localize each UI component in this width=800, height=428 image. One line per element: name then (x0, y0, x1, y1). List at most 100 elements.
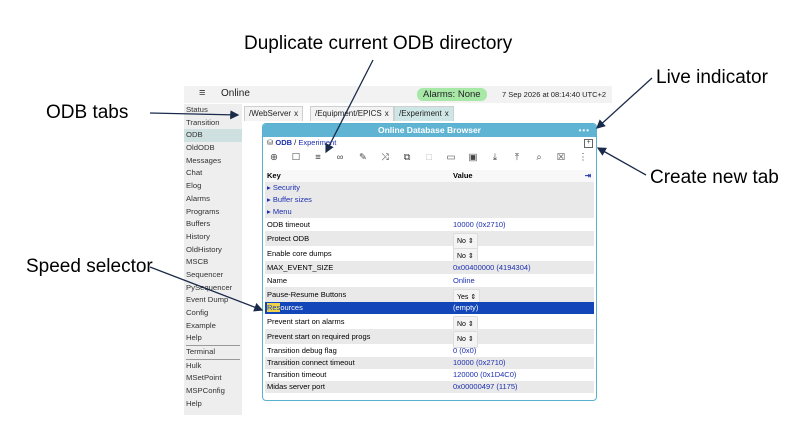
hamburger-menu-icon[interactable]: ≡ (199, 87, 205, 99)
breadcrumb: ⛁ ODB / Experiment + (263, 137, 596, 149)
table-row[interactable]: Pause-Resume Buttons Yes ⇕ (265, 287, 594, 302)
sidebar-item-msetpoint[interactable]: MSetPoint (184, 372, 242, 385)
row-key[interactable]: ▸ Security (267, 182, 300, 194)
paste-icon[interactable]: □ (423, 152, 435, 164)
row-key: ODB timeout (267, 218, 310, 231)
sidebar-item-config[interactable]: Config (184, 307, 242, 320)
row-key[interactable]: ▸ Buffer sizes (267, 194, 312, 206)
tab-close-icon[interactable]: x (445, 109, 449, 118)
sidebar-item-programs[interactable]: Programs (184, 206, 242, 219)
sidebar-item-chat[interactable]: Chat (184, 167, 242, 180)
row-key: Protect ODB (267, 231, 309, 246)
sidebar-item-hulk[interactable]: Hulk (184, 360, 242, 373)
table-row[interactable]: Name Online (265, 274, 594, 287)
sidebar-item-history[interactable]: History (184, 231, 242, 244)
link-icon[interactable]: ∞ (334, 152, 346, 164)
row-key: MAX_EVENT_SIZE (267, 261, 333, 274)
delete-icon[interactable]: ☒ (555, 152, 567, 164)
tab-experiment[interactable]: /Experiment x (394, 106, 454, 121)
sidebar-item-pysequencer[interactable]: PySequencer (184, 282, 242, 295)
tab-close-icon[interactable]: x (385, 109, 389, 118)
sidebar-item-oldodb[interactable]: OldODB (184, 142, 242, 155)
sidebar-item-event-dump[interactable]: Event Dump (184, 294, 242, 307)
rename-icon[interactable]: ✎ (357, 152, 369, 164)
table-row[interactable]: Prevent start on alarms No ⇕ (265, 314, 594, 329)
odb-browser-panel: Online Database Browser ••• ⛁ ODB / Expe… (262, 123, 597, 401)
sidebar-item-alarms[interactable]: Alarms (184, 193, 242, 206)
row-key: Name (267, 274, 287, 287)
table-row[interactable]: Midas server port 0x00000497 (1175) (265, 381, 594, 393)
upload-icon[interactable]: ⤒ (511, 152, 523, 164)
sidebar-item-help[interactable]: Help (184, 332, 242, 345)
row-value[interactable]: 0x00000497 (1175) (453, 381, 518, 393)
table-row[interactable]: ODB timeout 10000 (0x2710) (265, 218, 594, 231)
copy-icon[interactable]: ⧉ (401, 152, 413, 164)
row-value[interactable]: 0x00400000 (4194304) (453, 261, 531, 274)
table-row[interactable]: Enable core dumps No ⇕ (265, 246, 594, 261)
table-row[interactable]: ▸ Buffer sizes (265, 194, 594, 206)
table-row[interactable]: Resources (empty) (265, 302, 594, 314)
more-icon[interactable]: ⋮ (577, 152, 589, 164)
toolbar: ⊕ ☐ ≡ ∞ ✎ ⤨ ⧉ □ ▭ ▣ ⤓ ⤒ ⌕ ☒ ⋮ (263, 149, 596, 167)
table-row[interactable]: Transition timeout 120000 (0x1D4C0) (265, 369, 594, 381)
row-key[interactable]: ▸ Menu (267, 206, 292, 218)
tab-webserver[interactable]: /WebServer x (244, 106, 303, 121)
sidebar-item-help[interactable]: Help (184, 398, 242, 411)
row-value[interactable]: 120000 (0x1D4C0) (453, 369, 516, 381)
table-row[interactable]: Transition debug flag 0 (0x0) (265, 344, 594, 357)
new-key-icon[interactable]: ⊕ (268, 152, 280, 164)
open-folder-icon[interactable]: ▭ (445, 152, 457, 164)
row-value[interactable]: 10000 (0x2710) (453, 357, 506, 369)
select-value: No (457, 321, 466, 328)
table-row[interactable]: ▸ Security (265, 182, 594, 194)
sidebar-item-status[interactable]: Status (184, 104, 242, 117)
sidebar-item-transition[interactable]: Transition (184, 117, 242, 130)
download-icon[interactable]: ⤓ (489, 152, 501, 164)
sidebar-item-mspconfig[interactable]: MSPConfig (184, 385, 242, 398)
collapse-icon[interactable]: ⇥ (585, 170, 591, 182)
sidebar-item-oldhistory[interactable]: OldHistory (184, 244, 242, 257)
breadcrumb-odb[interactable]: ODB (275, 138, 292, 147)
alarms-badge[interactable]: Alarms: None (417, 88, 487, 101)
table-header: Key Value ⇥ (265, 170, 594, 182)
move-icon[interactable]: ⤨ (379, 152, 391, 164)
select-value: Yes (457, 294, 468, 301)
row-value[interactable]: 10000 (0x2710) (453, 218, 506, 231)
callout-create-new-tab: Create new tab (650, 167, 779, 189)
sidebar: Status Transition ODB OldODB Messages Chat Elo… (184, 104, 242, 415)
sidebar-item-example[interactable]: Example (184, 320, 242, 333)
new-folder-icon[interactable]: ☐ (290, 152, 302, 164)
callout-live-indicator: Live indicator (656, 67, 768, 89)
chevron-updown-icon: ⇕ (466, 238, 474, 245)
create-new-tab-button[interactable]: + (584, 139, 593, 148)
table-row[interactable]: Protect ODB No ⇕ (265, 231, 594, 246)
run-status: Online (221, 88, 250, 99)
col-key: Key (267, 170, 281, 182)
sidebar-item-elog[interactable]: Elog (184, 180, 242, 193)
sidebar-item-odb[interactable]: ODB (184, 129, 242, 142)
chevron-updown-icon: ⇕ (468, 294, 476, 301)
search-icon[interactable]: ⌕ (533, 152, 545, 164)
row-value[interactable]: (empty) (453, 302, 478, 314)
sidebar-item-messages[interactable]: Messages (184, 155, 242, 168)
table-row[interactable]: Transition connect timeout 10000 (0x2710) (265, 357, 594, 369)
sidebar-item-mscb[interactable]: MSCB (184, 256, 242, 269)
save-icon[interactable]: ▣ (467, 152, 479, 164)
row-value[interactable]: 0 (0x0) (453, 344, 476, 357)
table-row[interactable]: ▸ Menu (265, 206, 594, 218)
col-value: Value (453, 170, 473, 182)
table-row[interactable]: MAX_EVENT_SIZE 0x00400000 (4194304) (265, 261, 594, 274)
search-highlight: Res (267, 303, 280, 312)
duplicate-directory-icon[interactable]: ≡ (312, 152, 324, 164)
tab-equipment-epics[interactable]: /Equipment/EPICS x (310, 106, 394, 121)
row-value[interactable]: Online (453, 274, 475, 287)
panel-title-bar: Online Database Browser ••• (263, 124, 596, 137)
sidebar-item-terminal[interactable]: Terminal (184, 346, 242, 359)
breadcrumb-experiment[interactable]: Experiment (298, 138, 336, 147)
tab-label: /Experiment (399, 109, 442, 118)
sidebar-item-sequencer[interactable]: Sequencer (184, 269, 242, 282)
table-row[interactable]: Prevent start on required progs No ⇕ (265, 329, 594, 344)
sidebar-item-buffers[interactable]: Buffers (184, 218, 242, 231)
tab-close-icon[interactable]: x (294, 109, 298, 118)
row-key: Resources (267, 302, 303, 314)
